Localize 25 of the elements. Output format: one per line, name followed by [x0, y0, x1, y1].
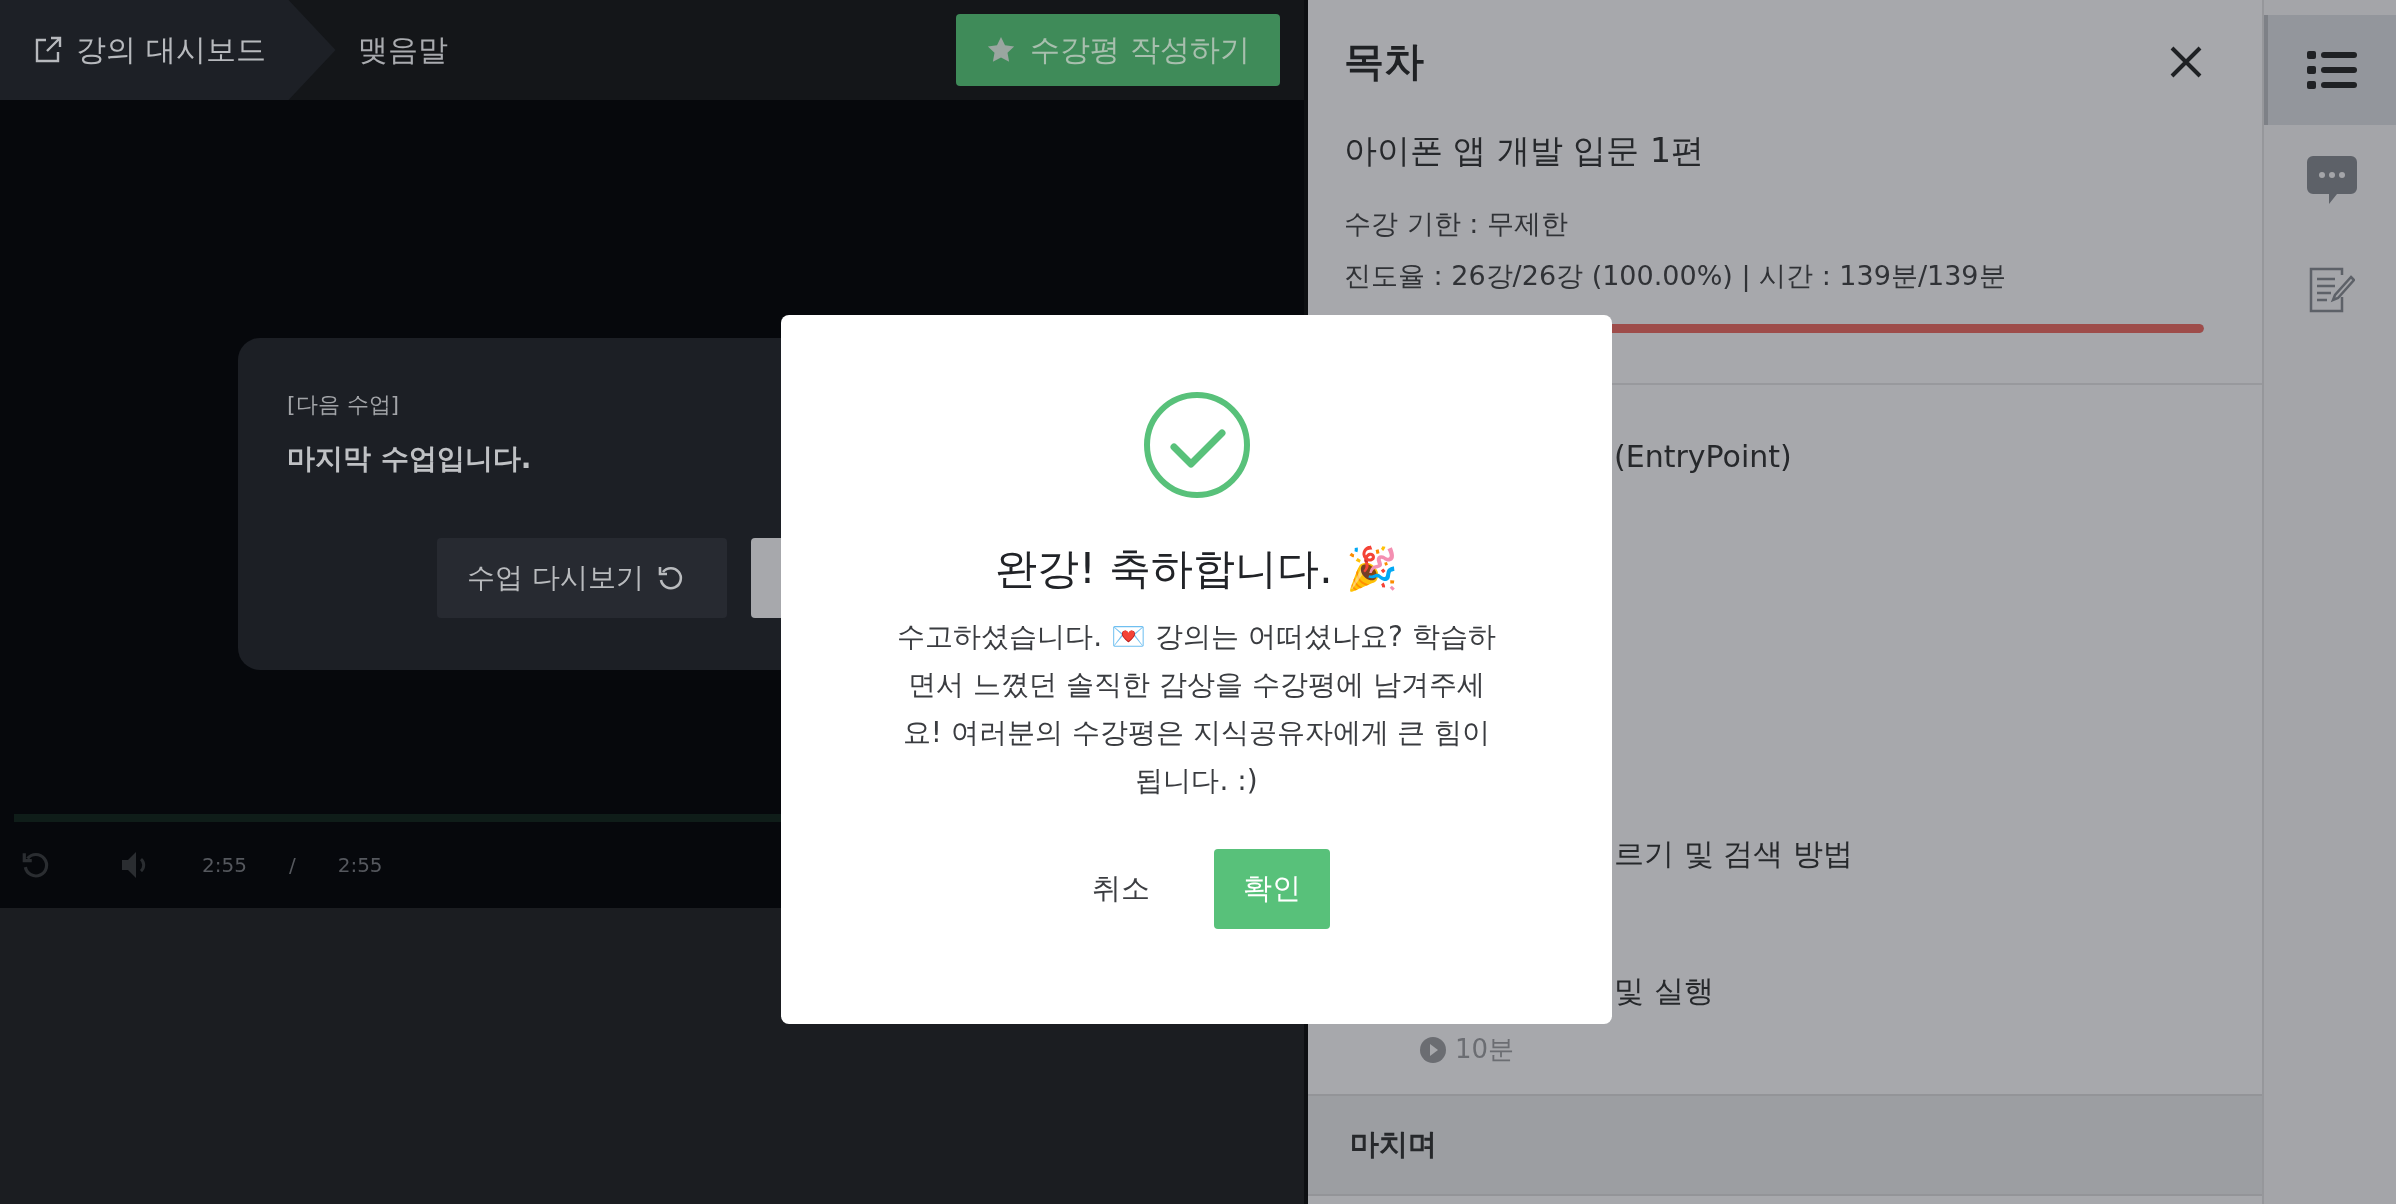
replay-button[interactable]: 수업 다시보기 — [437, 538, 727, 618]
duration-text: 10분 — [1455, 1033, 1515, 1066]
progress-summary: 진도율 : 26강/26강 (100.00%) | 시간 : 139분/139분 — [1344, 259, 2007, 294]
chat-icon — [2307, 156, 2357, 204]
dashboard-link[interactable]: 강의 대시보드 — [0, 0, 336, 100]
toc-title: 목차 — [1344, 37, 1424, 86]
current-time: 2:55 — [202, 853, 247, 877]
duration-time: 2:55 — [337, 853, 383, 877]
breadcrumb-current[interactable]: 맺음말 — [335, 0, 448, 100]
note-icon — [2309, 267, 2355, 313]
dialog-title: 완강! 축하합니다. 🎉 — [995, 543, 1398, 595]
section-title: 마치며 — [1350, 1126, 1437, 1163]
sidebar-tab[interactable] — [2264, 15, 2396, 125]
card-caption: [다음 수업] — [287, 391, 401, 419]
card-title: 마지막 수업입니다. — [287, 441, 533, 477]
time-separator: / — [288, 853, 296, 877]
access-period: 수강 기한 : 무제한 — [1344, 207, 1569, 241]
course-title: 아이폰 앱 개발 입문 1편 — [1344, 130, 1705, 172]
dialog-message: 수고하셨습니다. 💌 강의는 어떠셨나요? 학습하면서 느꼈던 솔직한 감상을 수강평에 남겨주세요! 여러분의 수강평은 지식공유자에게 큰 힘이 됩니다. :) — [896, 619, 1497, 799]
section-header[interactable]: 마치며 — [1308, 1094, 2262, 1196]
external-link-icon — [34, 36, 62, 64]
check-circle-icon — [1142, 391, 1251, 499]
list-icon — [2307, 51, 2357, 89]
replay-icon[interactable] — [20, 850, 50, 880]
play-icon — [1419, 1035, 1447, 1064]
